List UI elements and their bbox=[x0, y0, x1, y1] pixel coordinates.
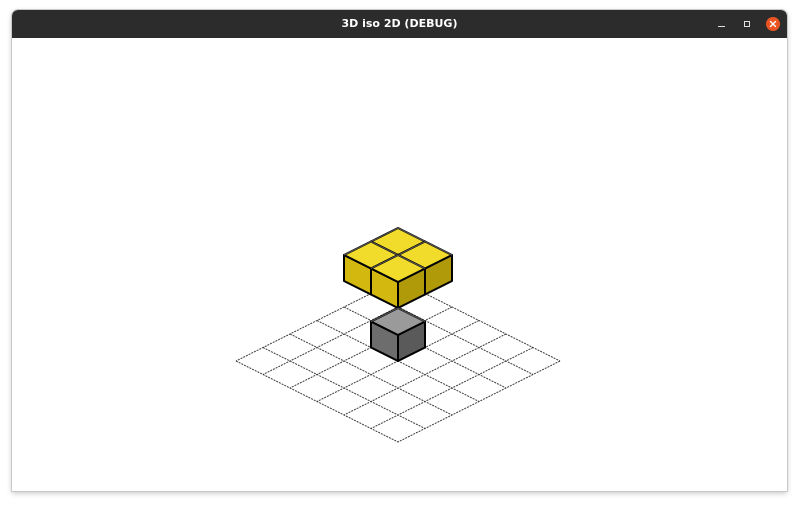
maximize-icon bbox=[744, 21, 750, 27]
minimize-button[interactable] bbox=[713, 16, 729, 32]
game-canvas[interactable] bbox=[12, 38, 787, 491]
title-bar[interactable]: 3D iso 2D (DEBUG) bbox=[12, 10, 787, 38]
app-window: 3D iso 2D (DEBUG) bbox=[12, 10, 787, 491]
minimize-icon bbox=[717, 26, 725, 27]
close-button[interactable] bbox=[765, 16, 781, 32]
maximize-button[interactable] bbox=[739, 16, 755, 32]
isometric-scene bbox=[235, 227, 561, 443]
window-title: 3D iso 2D (DEBUG) bbox=[341, 17, 458, 30]
close-icon bbox=[766, 17, 780, 31]
blocks-layer bbox=[343, 227, 453, 362]
